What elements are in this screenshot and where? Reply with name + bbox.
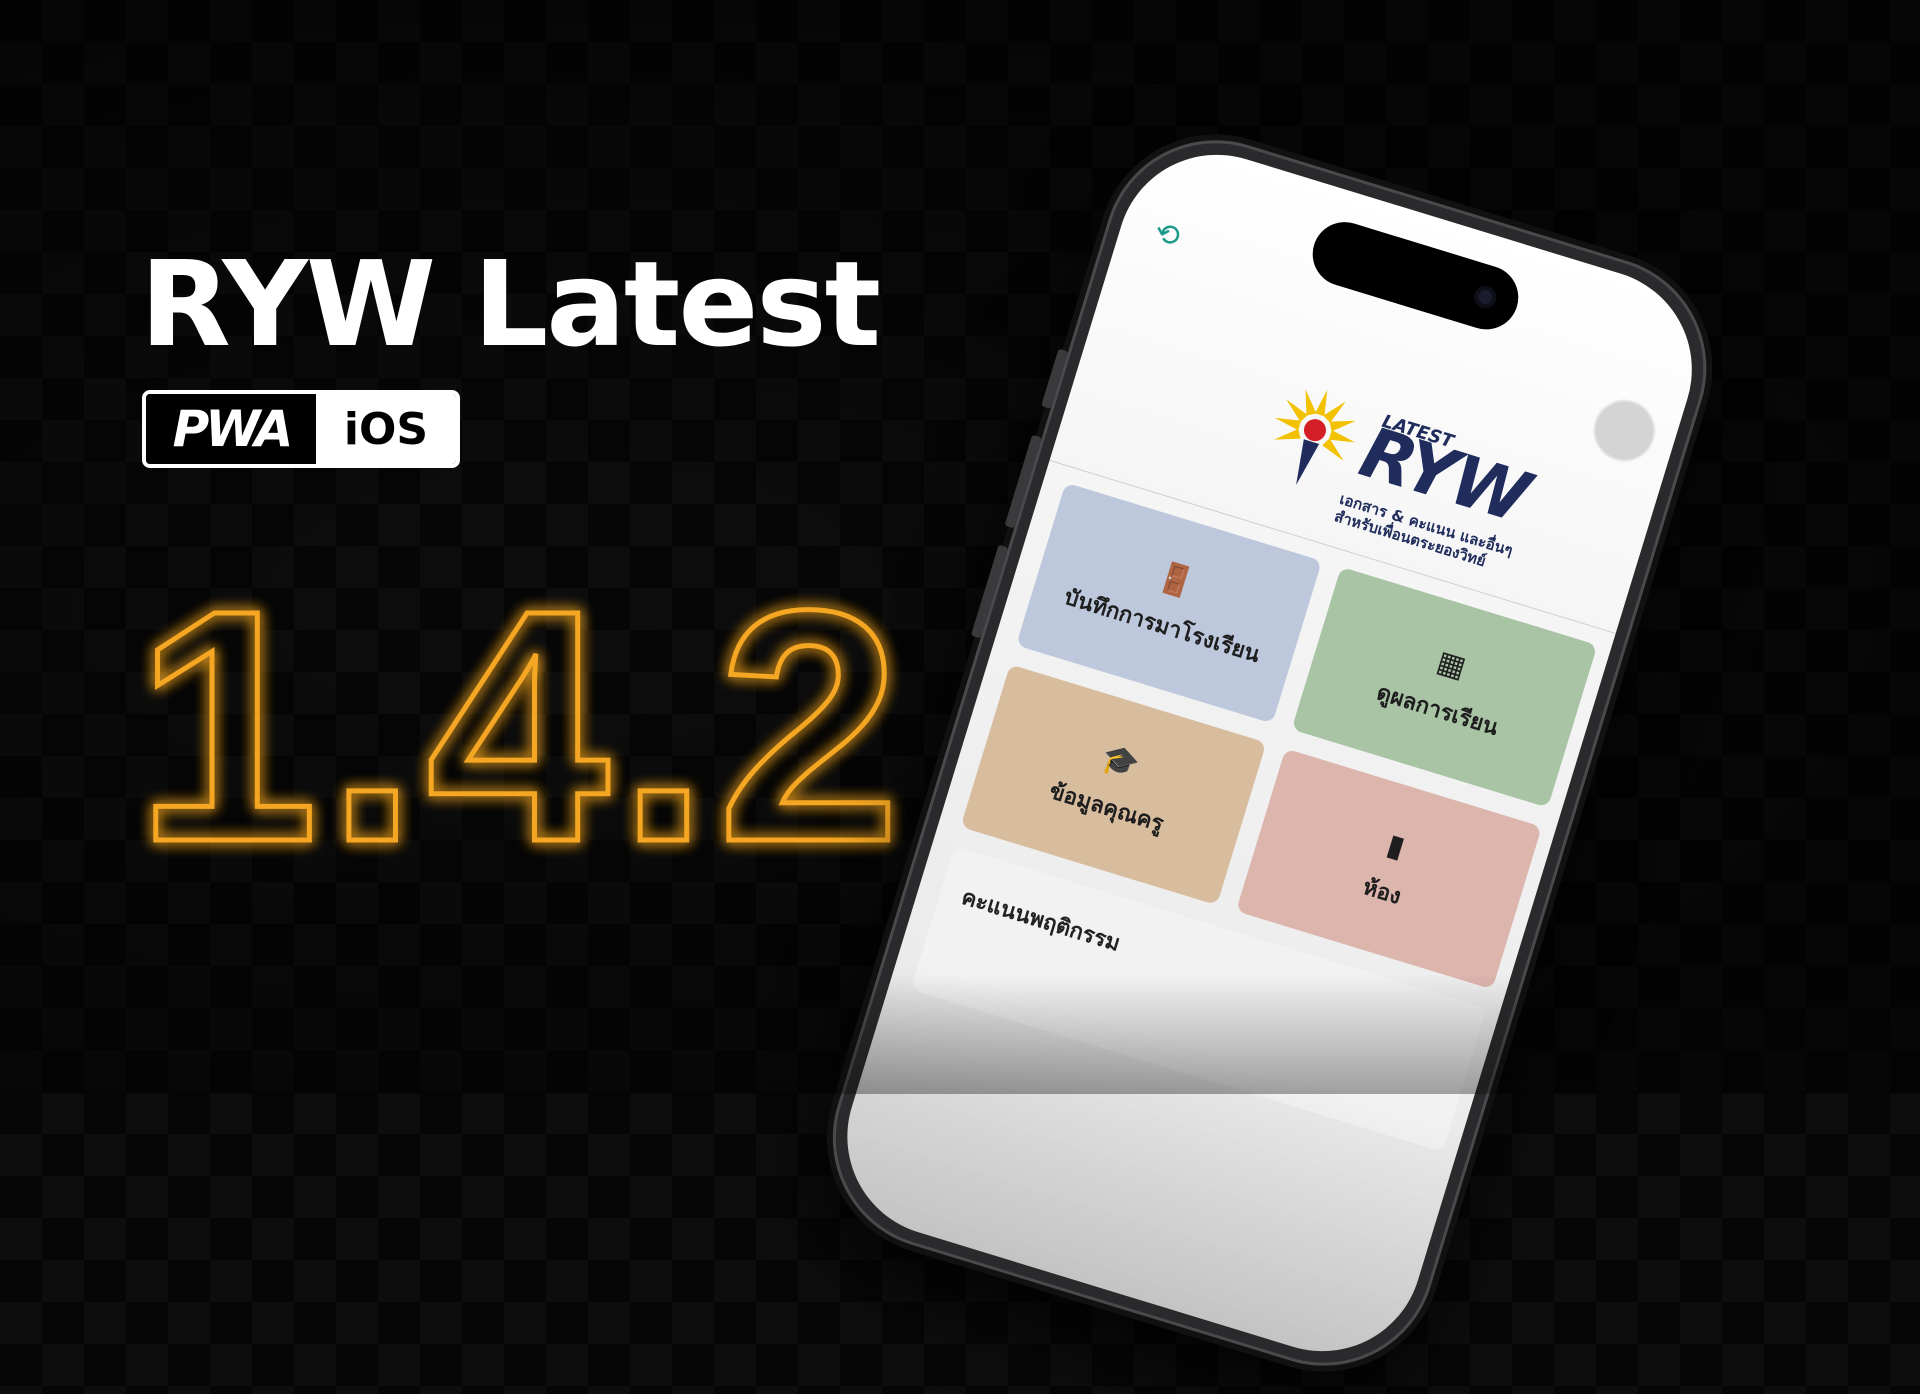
platform-badge: PWA iOS [142,390,460,468]
teacher-info-card-label: ข้อมูลคุณครู [1046,778,1167,838]
room-card-label: ห้อง [1359,874,1404,910]
version-number: 1.4.2 [135,540,909,880]
ios-badge-label: iOS [316,394,456,464]
pwa-badge-label: PWA [146,394,316,464]
grades-card-label: ดูผลการเรียน [1373,680,1501,741]
refresh-user-icon[interactable]: ⟲ [1150,214,1184,255]
version-text: 1.4.2 [135,541,909,880]
door-icon: 🚪 [1152,558,1199,603]
front-camera [1471,283,1500,311]
scoreboard-icon: ▦ [1432,643,1471,686]
phone-mockup: ⟲ LATEST RYW เอกสาร & คะแนน และอื่นๆ สำห… [805,112,1735,1394]
graduation-cap-icon: 🎓 [1097,740,1144,785]
door-closed-icon: ▮ [1382,827,1409,866]
avatar[interactable] [1585,391,1664,470]
hero-title: RYW Latest [140,235,881,373]
